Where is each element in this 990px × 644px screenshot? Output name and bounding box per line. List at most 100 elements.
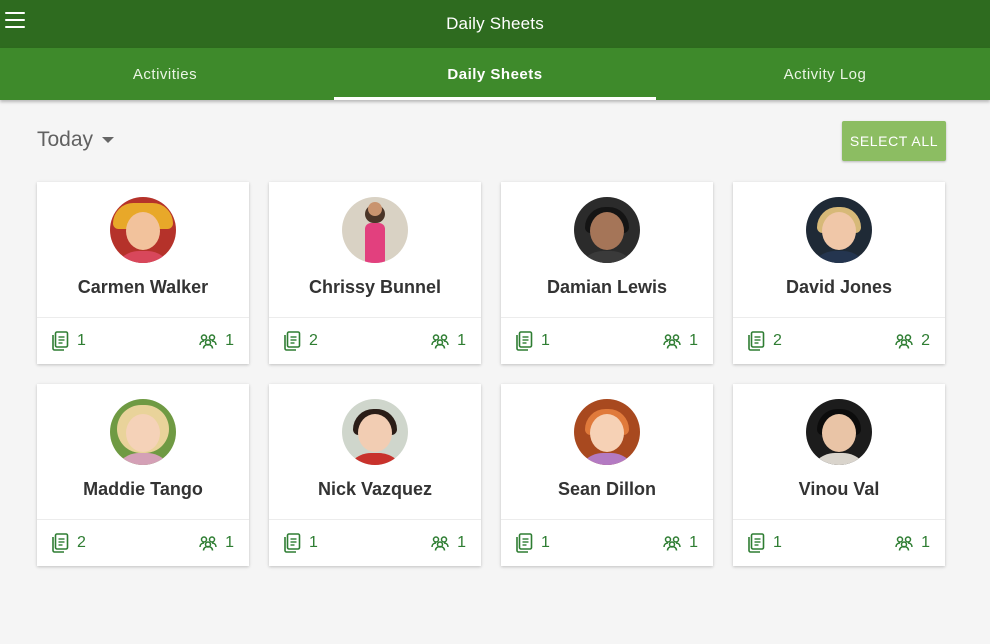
child-card[interactable]: Chrissy Bunnel 2 1 xyxy=(269,182,481,364)
group-count-value: 1 xyxy=(225,332,234,349)
child-card-header: Carmen Walker xyxy=(37,182,249,318)
group-count: 1 xyxy=(431,332,466,350)
child-card-stats: 1 1 xyxy=(733,520,945,566)
caret-down-icon xyxy=(102,137,115,143)
group-icon xyxy=(663,334,681,349)
child-name: David Jones xyxy=(785,277,893,297)
group-count-value: 2 xyxy=(921,332,930,349)
group-count-value: 1 xyxy=(457,534,466,551)
avatar xyxy=(110,399,176,465)
document-icon xyxy=(52,331,69,351)
child-card[interactable]: Damian Lewis 1 1 xyxy=(501,182,713,364)
document-icon xyxy=(516,533,533,553)
document-icon xyxy=(516,331,533,351)
avatar xyxy=(342,197,408,263)
sheet-count-value: 1 xyxy=(541,332,550,349)
tab-activities[interactable]: Activities xyxy=(0,48,330,100)
group-count-value: 1 xyxy=(225,534,234,551)
avatar xyxy=(806,399,872,465)
group-icon xyxy=(199,536,217,551)
sheet-count: 1 xyxy=(283,533,318,553)
child-name: Nick Vazquez xyxy=(317,479,433,499)
sheet-count: 1 xyxy=(515,331,550,351)
child-card-header: Sean Dillon xyxy=(501,384,713,520)
child-card-header: Nick Vazquez xyxy=(269,384,481,520)
child-card-stats: 1 1 xyxy=(501,318,713,364)
group-icon xyxy=(663,536,681,551)
group-count: 1 xyxy=(663,332,698,350)
group-count-value: 1 xyxy=(457,332,466,349)
avatar xyxy=(806,197,872,263)
group-count-value: 1 xyxy=(921,534,930,551)
child-card[interactable]: Sean Dillon 1 1 xyxy=(501,384,713,566)
child-card-stats: 2 1 xyxy=(37,520,249,566)
document-icon xyxy=(748,331,765,351)
avatar xyxy=(574,399,640,465)
child-card-header: Damian Lewis xyxy=(501,182,713,318)
date-filter-value: Today xyxy=(37,128,94,151)
tab-bar: Activities Daily Sheets Activity Log xyxy=(0,48,990,100)
sheet-count-value: 1 xyxy=(309,534,318,551)
group-icon xyxy=(199,334,217,349)
document-icon xyxy=(52,533,69,553)
group-count: 1 xyxy=(895,534,930,552)
group-count: 1 xyxy=(199,332,234,350)
app-bar: Daily Sheets xyxy=(0,0,990,48)
child-name: Damian Lewis xyxy=(546,277,668,297)
child-card-header: Chrissy Bunnel xyxy=(269,182,481,318)
avatar xyxy=(342,399,408,465)
child-name: Chrissy Bunnel xyxy=(308,277,442,297)
group-icon xyxy=(895,536,913,551)
sheet-count-value: 1 xyxy=(773,534,782,551)
select-all-button[interactable]: SELECT ALL xyxy=(842,121,946,161)
document-icon xyxy=(284,331,301,351)
page-title: Daily Sheets xyxy=(446,14,544,33)
document-icon xyxy=(748,533,765,553)
sheet-count: 1 xyxy=(51,331,86,351)
avatar xyxy=(574,197,640,263)
child-name: Maddie Tango xyxy=(83,479,203,499)
child-card-stats: 1 1 xyxy=(269,520,481,566)
sheet-count-value: 2 xyxy=(773,332,782,349)
avatar xyxy=(110,197,176,263)
group-icon xyxy=(431,334,449,349)
group-count: 2 xyxy=(895,332,930,350)
hamburger-menu-icon[interactable] xyxy=(4,11,26,29)
group-count: 1 xyxy=(663,534,698,552)
group-icon xyxy=(431,536,449,551)
sheet-count-value: 1 xyxy=(77,332,86,349)
sheet-count-value: 2 xyxy=(77,534,86,551)
child-card-stats: 1 1 xyxy=(37,318,249,364)
group-icon xyxy=(895,334,913,349)
child-name: Sean Dillon xyxy=(557,479,656,499)
child-name: Carmen Walker xyxy=(77,277,209,297)
child-name: Vinou Val xyxy=(798,479,880,499)
tab-daily-sheets[interactable]: Daily Sheets xyxy=(330,48,660,100)
child-card-stats: 1 1 xyxy=(501,520,713,566)
child-card-stats: 2 2 xyxy=(733,318,945,364)
child-card[interactable]: Carmen Walker 1 1 xyxy=(37,182,249,364)
sheet-count: 1 xyxy=(515,533,550,553)
sheet-count: 1 xyxy=(747,533,782,553)
sheet-count-value: 2 xyxy=(309,332,318,349)
date-filter-dropdown[interactable]: Today xyxy=(37,128,115,152)
sheet-count-value: 1 xyxy=(541,534,550,551)
child-card-header: Maddie Tango xyxy=(37,384,249,520)
child-card[interactable]: David Jones 2 2 xyxy=(733,182,945,364)
group-count-value: 1 xyxy=(689,534,698,551)
child-card-stats: 2 1 xyxy=(269,318,481,364)
child-card[interactable]: Vinou Val 1 1 xyxy=(733,384,945,566)
document-icon xyxy=(284,533,301,553)
group-count: 1 xyxy=(199,534,234,552)
tab-activity-log[interactable]: Activity Log xyxy=(660,48,990,100)
child-card-header: Vinou Val xyxy=(733,384,945,520)
child-card-header: David Jones xyxy=(733,182,945,318)
child-card[interactable]: Maddie Tango 2 1 xyxy=(37,384,249,566)
group-count: 1 xyxy=(431,534,466,552)
sheet-count: 2 xyxy=(51,533,86,553)
group-count-value: 1 xyxy=(689,332,698,349)
children-grid: Carmen Walker 1 1 Chrissy Bunnel 2 1 Dam… xyxy=(37,182,945,566)
sheet-count: 2 xyxy=(283,331,318,351)
sheet-count: 2 xyxy=(747,331,782,351)
child-card[interactable]: Nick Vazquez 1 1 xyxy=(269,384,481,566)
